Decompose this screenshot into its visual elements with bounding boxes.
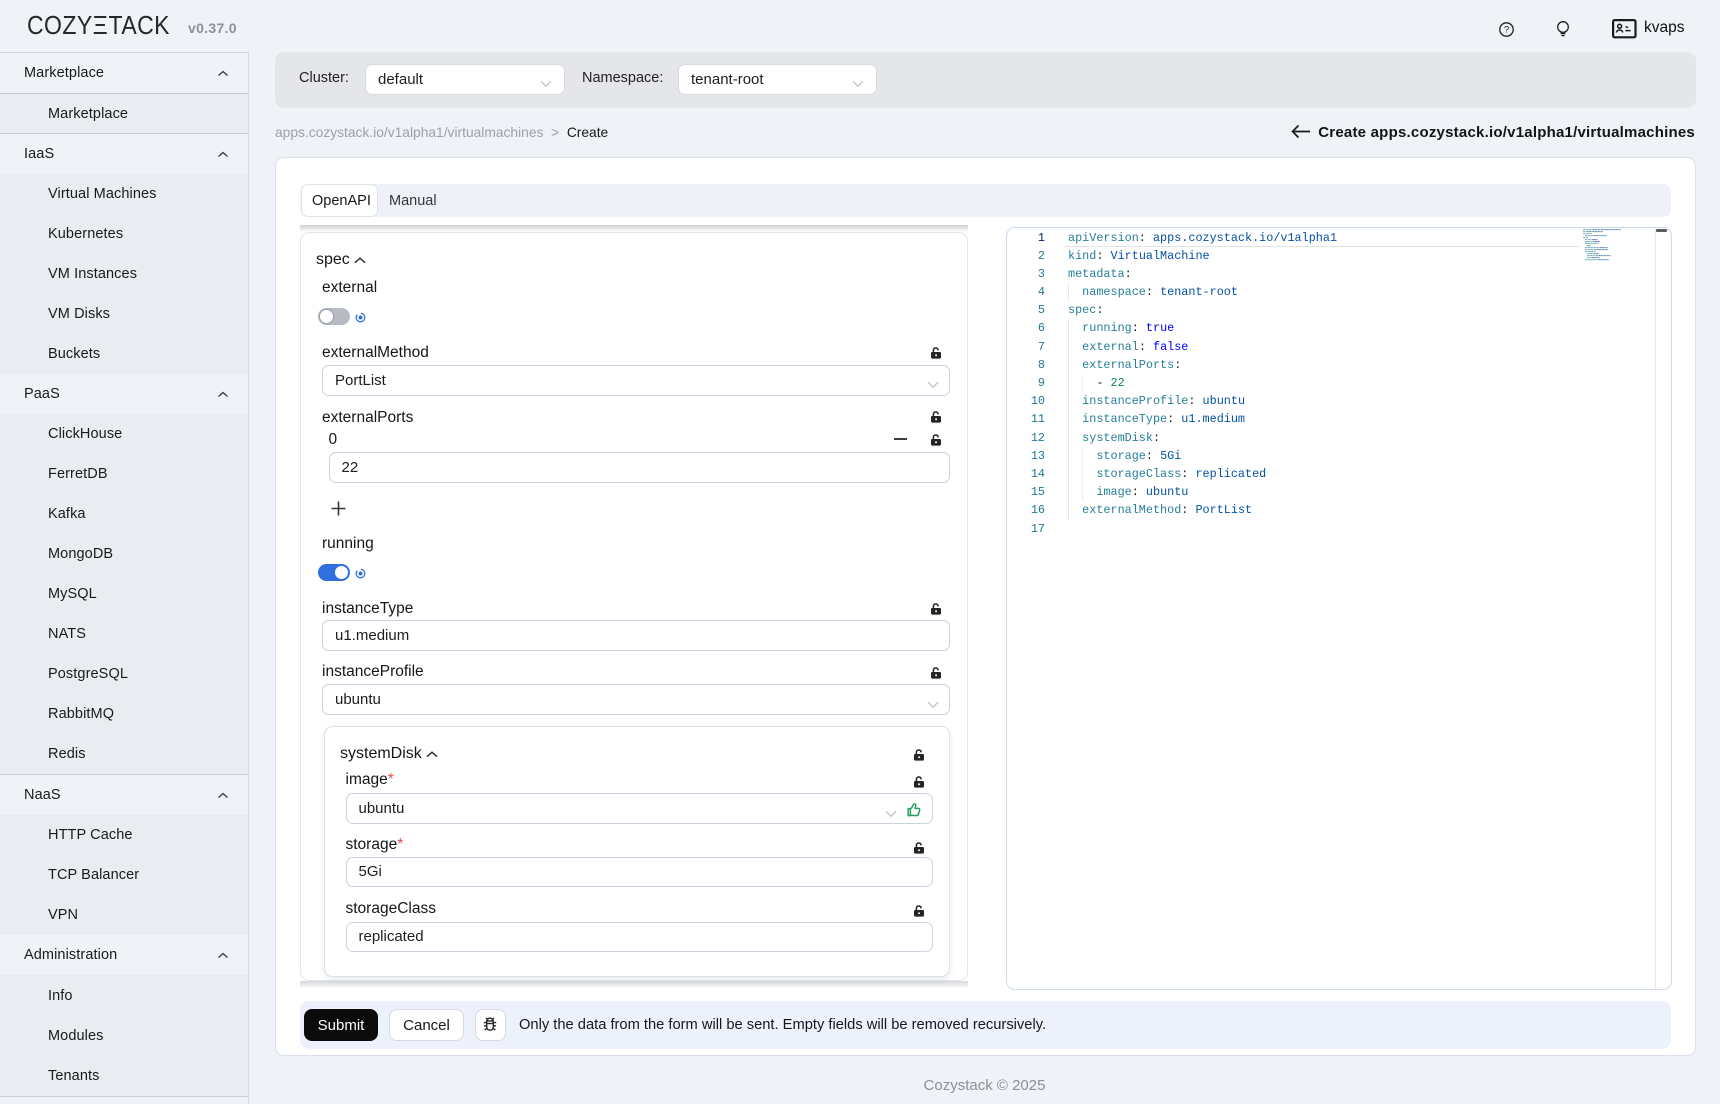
svg-text:?: ? bbox=[1504, 25, 1509, 36]
